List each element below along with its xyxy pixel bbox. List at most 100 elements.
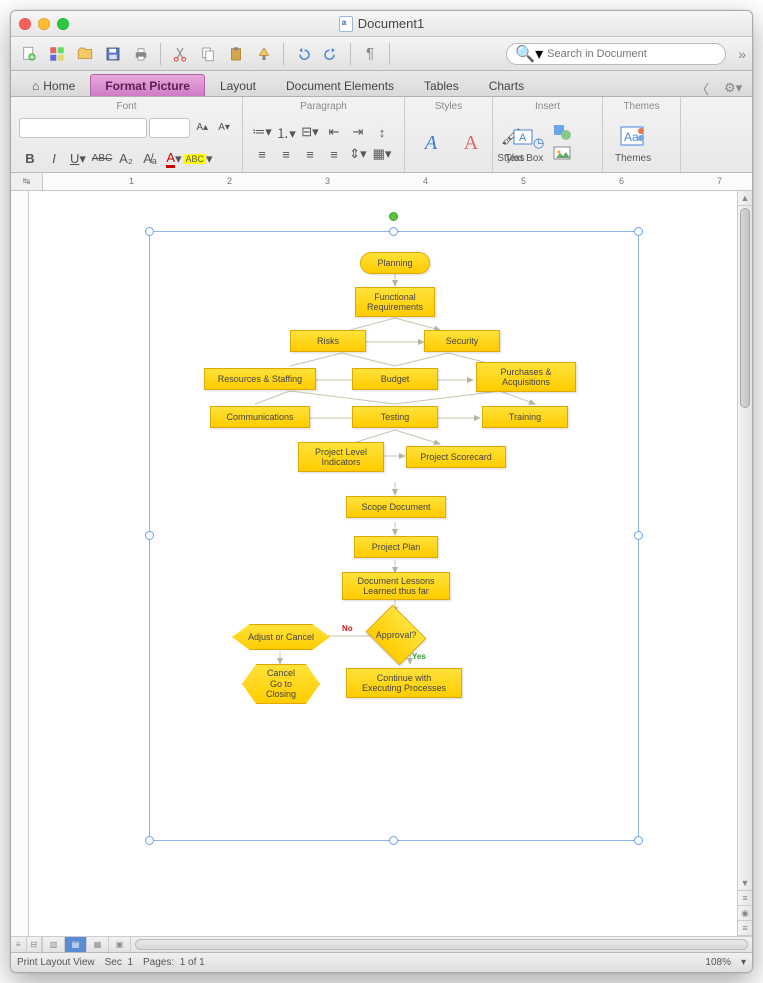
shading-button[interactable]: ▦▾ <box>371 144 393 164</box>
tab-charts[interactable]: Charts <box>474 74 539 96</box>
app-window: Document1 ¶ 🔍▾ » Home Format Picture Lay… <box>10 10 753 973</box>
quick-access-toolbar: ¶ 🔍▾ » <box>11 37 752 71</box>
node-training: Training <box>482 406 568 428</box>
print-button[interactable] <box>129 42 153 66</box>
node-continue-executing: Continue with Executing Processes <box>346 668 462 698</box>
highlight-button[interactable]: ABC▾ <box>187 149 209 169</box>
bold-button[interactable]: B <box>19 149 41 169</box>
show-marks-button[interactable]: ¶ <box>358 42 382 66</box>
redo-button[interactable] <box>319 42 343 66</box>
rotate-handle[interactable] <box>389 212 398 221</box>
shape-button[interactable] <box>551 122 573 142</box>
outdent-button[interactable]: ⇤ <box>323 122 345 142</box>
new-doc-button[interactable] <box>17 42 41 66</box>
ruler-corner[interactable]: ↹ <box>11 173 43 190</box>
view-outline-button[interactable]: ⊟ <box>27 937 43 952</box>
ribbon-settings-icon[interactable]: ⚙︎▾ <box>724 80 740 96</box>
format-painter-button[interactable] <box>252 42 276 66</box>
scroll-thumb[interactable] <box>740 208 750 408</box>
svg-text:A: A <box>519 132 527 144</box>
tab-tables[interactable]: Tables <box>409 74 474 96</box>
expand-icon[interactable]: » <box>738 46 746 62</box>
horizontal-ruler[interactable]: ↹ 1 2 3 4 5 6 7 <box>11 173 752 191</box>
view-switcher-bar: ≡ ⊟ ▥ ▤ ▦ ▣ <box>11 936 752 952</box>
undo-button[interactable] <box>291 42 315 66</box>
open-button[interactable] <box>73 42 97 66</box>
svg-text:Aa: Aa <box>624 130 639 144</box>
textbox-button[interactable]: AText Box <box>501 121 547 166</box>
align-left-button[interactable]: ≡ <box>251 144 273 164</box>
tab-home[interactable]: Home <box>17 74 90 96</box>
browse-object-button[interactable]: ◉ <box>738 906 752 921</box>
picture-selection[interactable]: Planning Functional Requirements Risks S… <box>149 231 639 841</box>
quick-styles-button[interactable]: A <box>413 127 449 159</box>
tab-document-elements[interactable]: Document Elements <box>271 74 409 96</box>
align-right-button[interactable]: ≡ <box>299 144 321 164</box>
align-center-button[interactable]: ≡ <box>275 144 297 164</box>
document-icon <box>339 16 353 32</box>
font-color-button[interactable]: A▾ <box>163 149 185 169</box>
window-title: Document1 <box>358 16 424 31</box>
search-icon: 🔍▾ <box>515 44 543 64</box>
node-security: Security <box>424 330 500 352</box>
node-communications: Communications <box>210 406 310 428</box>
picture-button[interactable] <box>551 144 573 164</box>
multilevel-button[interactable]: ⊟▾ <box>299 122 321 142</box>
node-document-lessons: Document Lessons Learned thus far <box>342 572 450 600</box>
view-print-layout-button[interactable]: ▤ <box>65 937 87 952</box>
justify-button[interactable]: ≡ <box>323 144 345 164</box>
font-family-select[interactable] <box>19 118 147 138</box>
indent-button[interactable]: ⇥ <box>347 122 369 142</box>
search-input[interactable] <box>547 48 717 60</box>
paste-button[interactable] <box>224 42 248 66</box>
vertical-ruler[interactable] <box>11 191 29 936</box>
underline-button[interactable]: U▾ <box>67 149 89 169</box>
strike-button[interactable]: ABC <box>91 149 113 169</box>
view-focus-button[interactable]: ▣ <box>109 937 131 952</box>
view-draft-button[interactable]: ≡ <box>11 937 27 952</box>
sort-button[interactable]: ↕ <box>371 122 393 142</box>
subscript-button[interactable]: A₂ <box>115 149 137 169</box>
tab-layout[interactable]: Layout <box>205 74 271 96</box>
label-yes: Yes <box>412 652 426 661</box>
search-box[interactable]: 🔍▾ <box>506 43 726 65</box>
numbering-button[interactable]: ⒈▾ <box>275 122 297 142</box>
node-functional-requirements: Functional Requirements <box>355 287 435 317</box>
shrink-font-button[interactable]: A▾ <box>214 118 234 138</box>
line-spacing-button[interactable]: ⇕▾ <box>347 144 369 164</box>
font-size-select[interactable] <box>149 118 191 138</box>
clear-format-button[interactable]: A̸ₐ <box>139 149 161 169</box>
italic-button[interactable]: I <box>43 149 65 169</box>
scroll-down-button[interactable]: ▼ <box>738 876 752 891</box>
group-label-themes: Themes <box>611 99 672 114</box>
scroll-up-button[interactable]: ▲ <box>738 191 752 206</box>
ribbon-tabs: Home Format Picture Layout Document Elem… <box>11 71 752 97</box>
bullets-button[interactable]: ≔▾ <box>251 122 273 142</box>
vertical-scrollbar[interactable]: ▲ ▼ ≡ ◉ ≡ <box>737 191 752 936</box>
flowchart-image: Planning Functional Requirements Risks S… <box>150 232 638 840</box>
view-notebook-button[interactable]: ▦ <box>87 937 109 952</box>
copy-button[interactable] <box>196 42 220 66</box>
tab-format-picture[interactable]: Format Picture <box>90 74 205 96</box>
change-styles-button[interactable]: A <box>453 127 489 159</box>
node-resources-staffing: Resources & Staffing <box>204 368 316 390</box>
group-label-styles: Styles <box>413 99 484 114</box>
document-page[interactable]: Planning Functional Requirements Risks S… <box>29 191 737 936</box>
themes-button[interactable]: AaThemes <box>611 121 655 166</box>
group-label-font: Font <box>19 99 234 114</box>
node-project-plan: Project Plan <box>354 536 438 558</box>
view-publishing-button[interactable]: ▥ <box>43 937 65 952</box>
cut-button[interactable] <box>168 42 192 66</box>
node-planning: Planning <box>360 252 430 274</box>
template-button[interactable] <box>45 42 69 66</box>
save-button[interactable] <box>101 42 125 66</box>
collapse-ribbon-icon[interactable]: 〈 <box>696 80 712 96</box>
next-page-button[interactable]: ≡ <box>738 921 752 936</box>
prev-page-button[interactable]: ≡ <box>738 891 752 906</box>
node-purchases-acquisitions: Purchases & Acquisitions <box>476 362 576 392</box>
hscroll-thumb[interactable] <box>135 939 748 950</box>
titlebar[interactable]: Document1 <box>11 11 752 37</box>
node-scope-document: Scope Document <box>346 496 446 518</box>
grow-font-button[interactable]: A▴ <box>192 118 212 138</box>
group-label-insert: Insert <box>501 99 594 114</box>
